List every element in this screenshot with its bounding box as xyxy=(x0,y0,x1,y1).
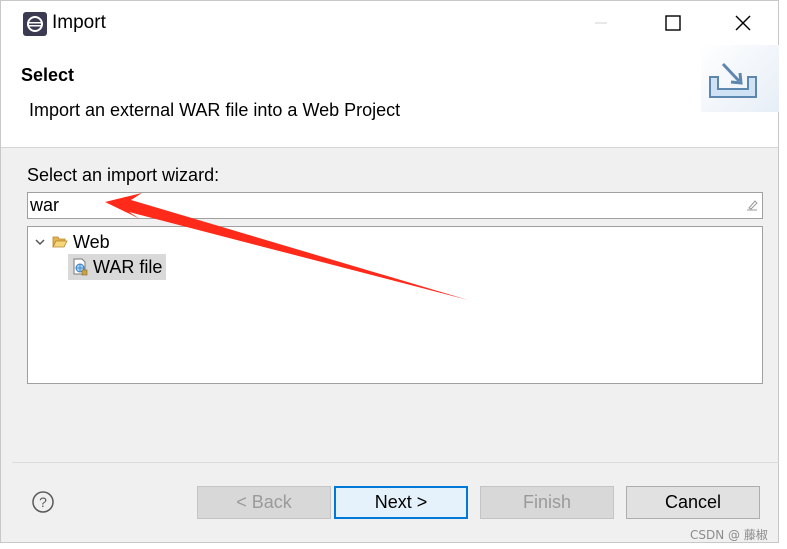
clear-filter-icon[interactable] xyxy=(745,198,759,217)
wizard-label: Select an import wizard: xyxy=(27,165,220,185)
close-icon xyxy=(735,15,751,31)
tree-item-label: WAR file xyxy=(93,256,163,277)
chevron-down-icon[interactable] xyxy=(33,235,47,249)
finish-button[interactable]: Finish xyxy=(480,486,614,519)
tree-item-label: Web xyxy=(73,231,110,252)
import-dialog: Import Select Import an external WAR fil… xyxy=(0,0,779,543)
wizard-filter-input[interactable] xyxy=(27,192,763,219)
eclipse-icon xyxy=(23,12,47,36)
window-title: Import xyxy=(52,12,106,33)
watermark: CSDN @ 藤椒 xyxy=(690,528,768,542)
maximize-icon xyxy=(665,15,681,31)
banner-description: Import an external WAR file into a Web P… xyxy=(29,100,401,120)
wizard-banner: Select Import an external WAR file into … xyxy=(1,45,779,148)
footer-separator xyxy=(12,462,779,463)
tree-item-web[interactable]: Web xyxy=(33,229,110,255)
import-wizard-icon xyxy=(707,61,759,106)
close-button[interactable] xyxy=(723,9,763,37)
minimize-button[interactable] xyxy=(581,9,621,37)
svg-text:?: ? xyxy=(39,494,47,510)
wizard-content: Select an import wizard: Web xyxy=(12,148,779,461)
help-icon: ? xyxy=(32,491,54,513)
folder-open-icon xyxy=(52,236,68,248)
back-button[interactable]: < Back xyxy=(197,486,331,519)
war-file-icon xyxy=(73,258,88,276)
maximize-button[interactable] xyxy=(653,9,693,37)
cancel-button[interactable]: Cancel xyxy=(626,486,760,519)
minimize-icon xyxy=(595,22,607,24)
title-bar[interactable]: Import xyxy=(1,1,778,45)
banner-title: Select xyxy=(21,65,75,85)
tree-item-war-file[interactable]: WAR file xyxy=(68,254,167,280)
help-button[interactable]: ? xyxy=(31,490,55,514)
next-button[interactable]: Next > xyxy=(334,486,468,519)
wizard-tree[interactable]: Web WAR file xyxy=(27,226,763,384)
